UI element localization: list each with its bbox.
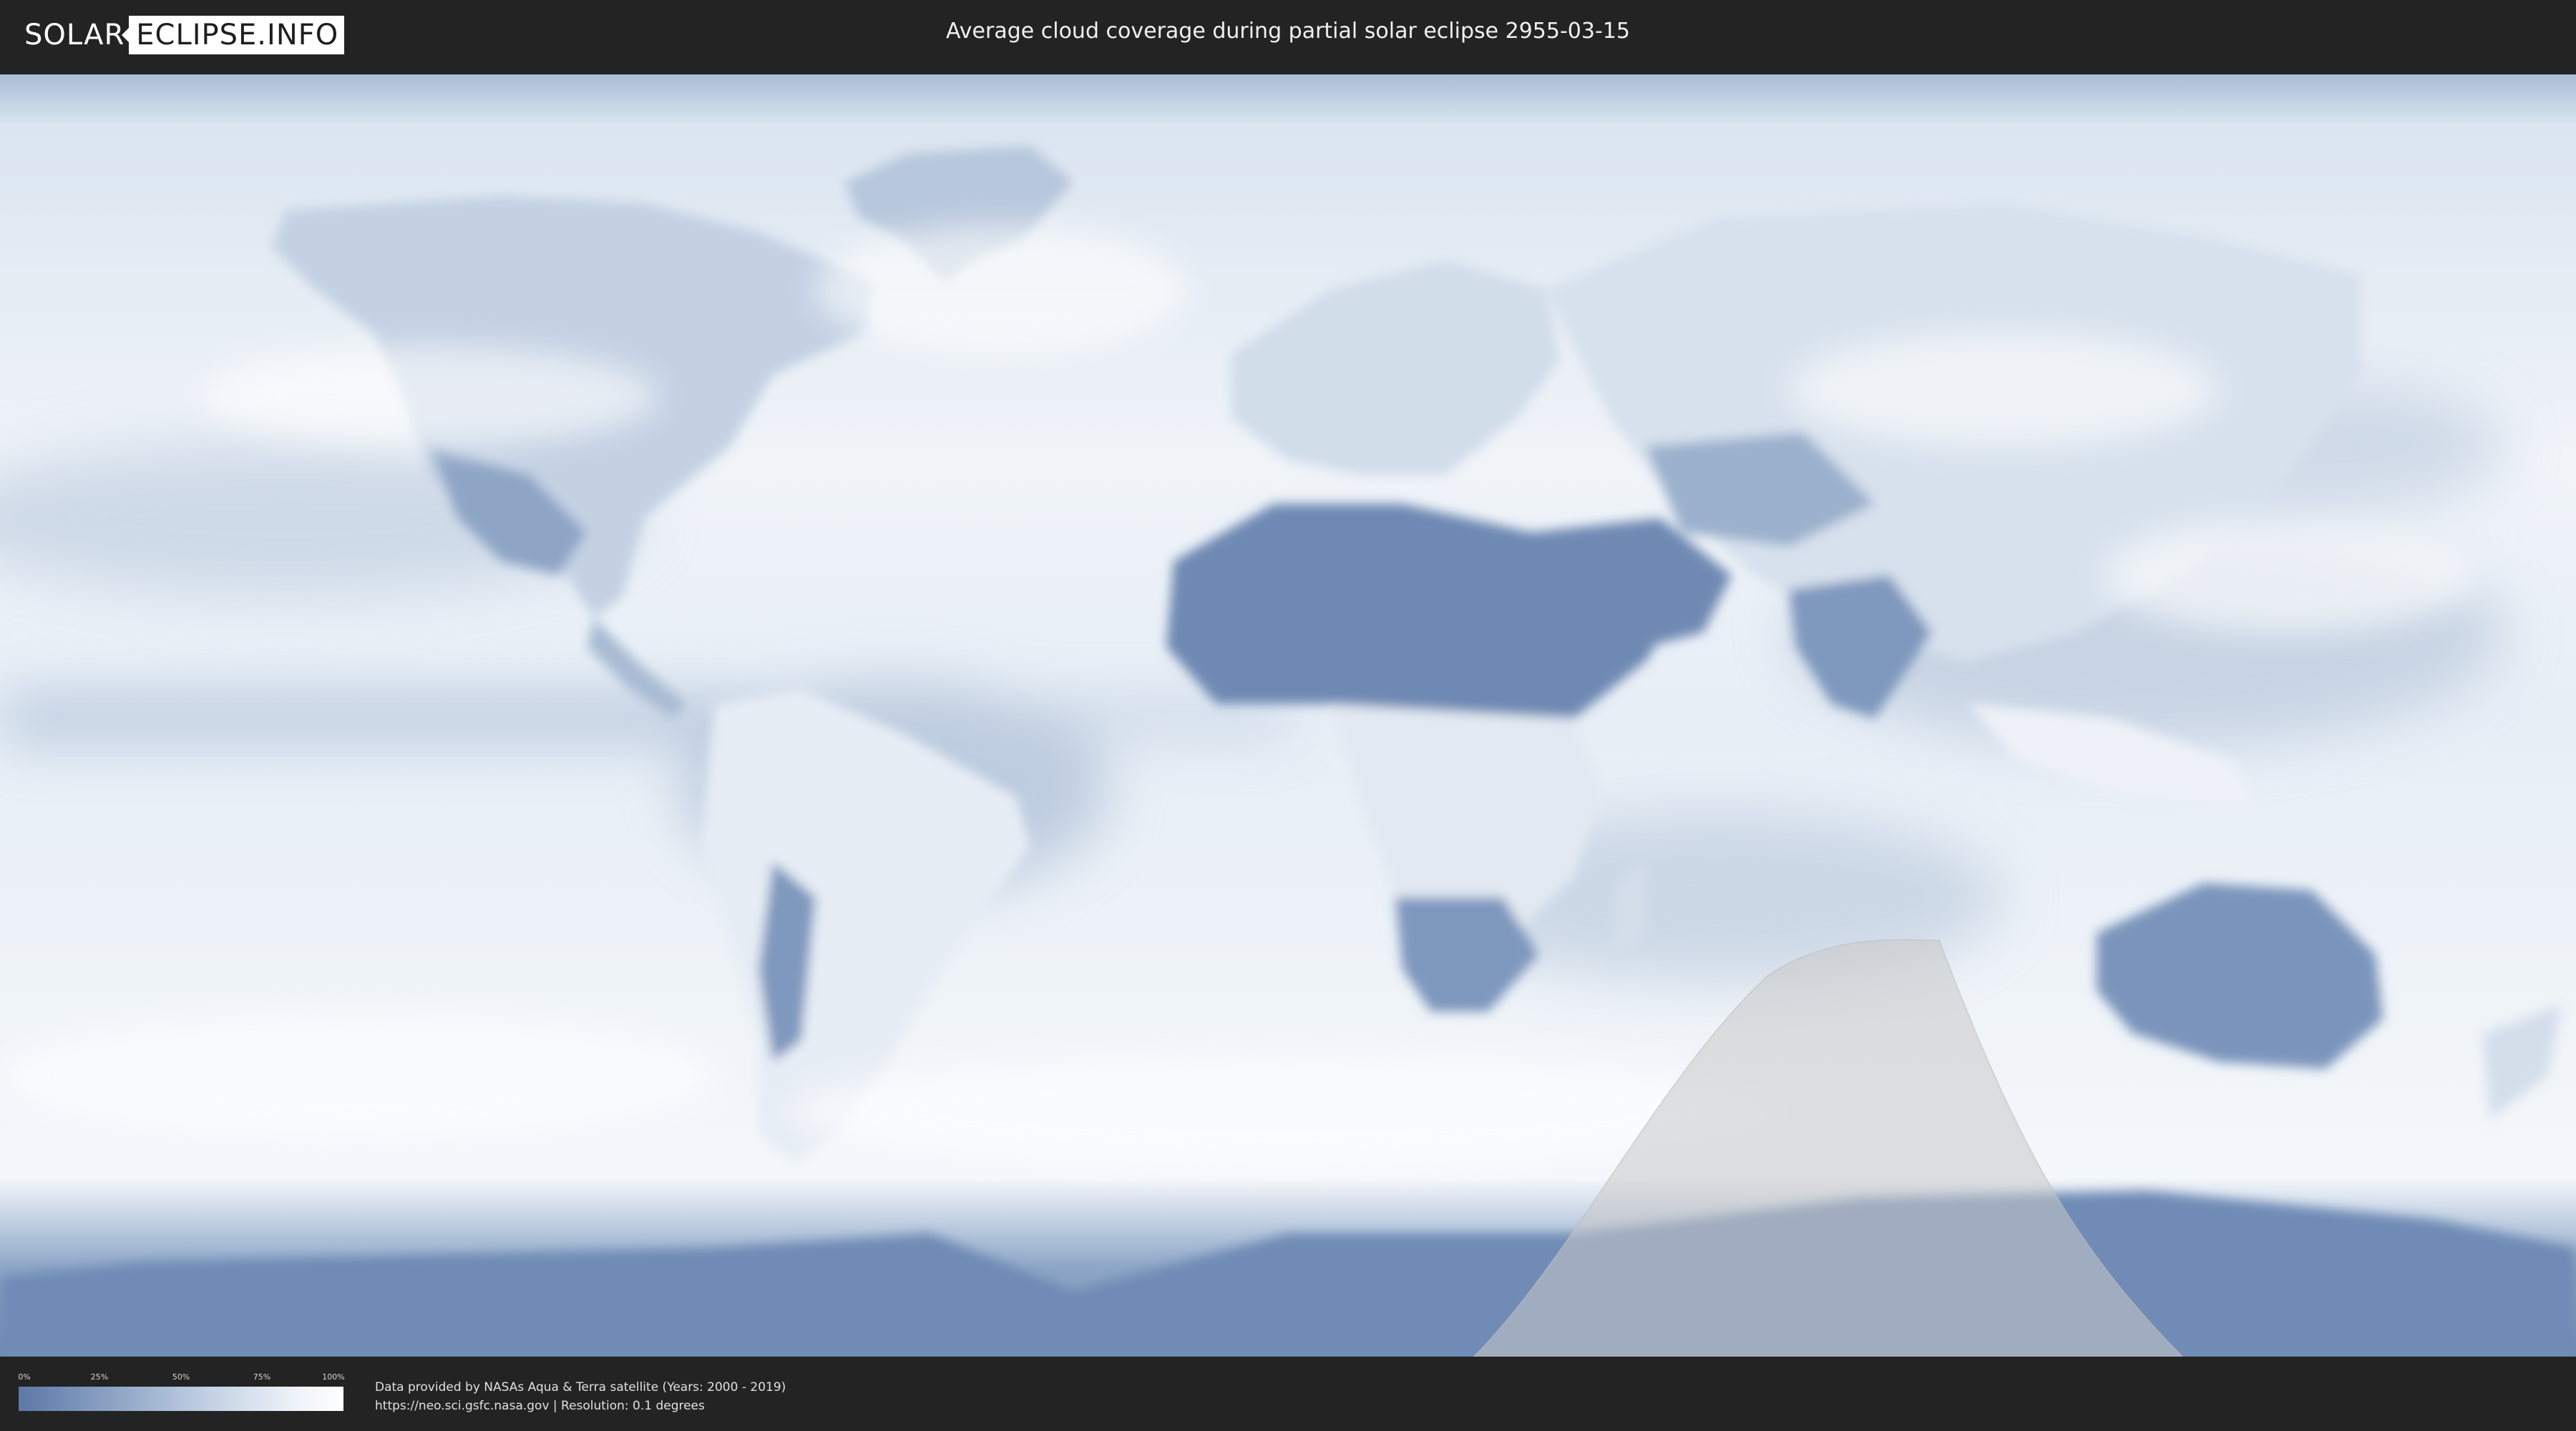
footer-bar: 0% 25% 50% 75% 100% Data provided by NAS… (0, 1357, 2576, 1431)
legend-tick: 75% (253, 1372, 271, 1382)
world-map-svg (0, 146, 2576, 1357)
legend-color-bar (19, 1387, 343, 1411)
antarctica (0, 1191, 2576, 1357)
header-bar: SOLAR ECLIPSE.INFO Average cloud coverag… (0, 0, 2576, 72)
legend-tick: 100% (322, 1372, 345, 1382)
continents (0, 146, 2576, 1357)
credits-line-2[interactable]: https://neo.sci.gsfc.nasa.gov | Resoluti… (375, 1397, 786, 1415)
data-credits: Data provided by NASAs Aqua & Terra sate… (375, 1378, 786, 1415)
cloud-coverage-legend: 0% 25% 50% 75% 100% (18, 1372, 345, 1420)
credits-line-1: Data provided by NASAs Aqua & Terra sate… (375, 1380, 786, 1395)
legend-tick: 50% (172, 1372, 190, 1382)
cloud-coverage-map[interactable] (0, 74, 2576, 1357)
europe (1231, 260, 1560, 475)
page-title: Average cloud coverage during partial so… (946, 19, 1630, 44)
australia (2097, 883, 2383, 1069)
new-zealand (2483, 1005, 2562, 1119)
legend-tick: 25% (90, 1372, 109, 1382)
legend-tick: 0% (18, 1372, 31, 1382)
legend-ticks: 0% 25% 50% 75% 100% (18, 1372, 345, 1384)
